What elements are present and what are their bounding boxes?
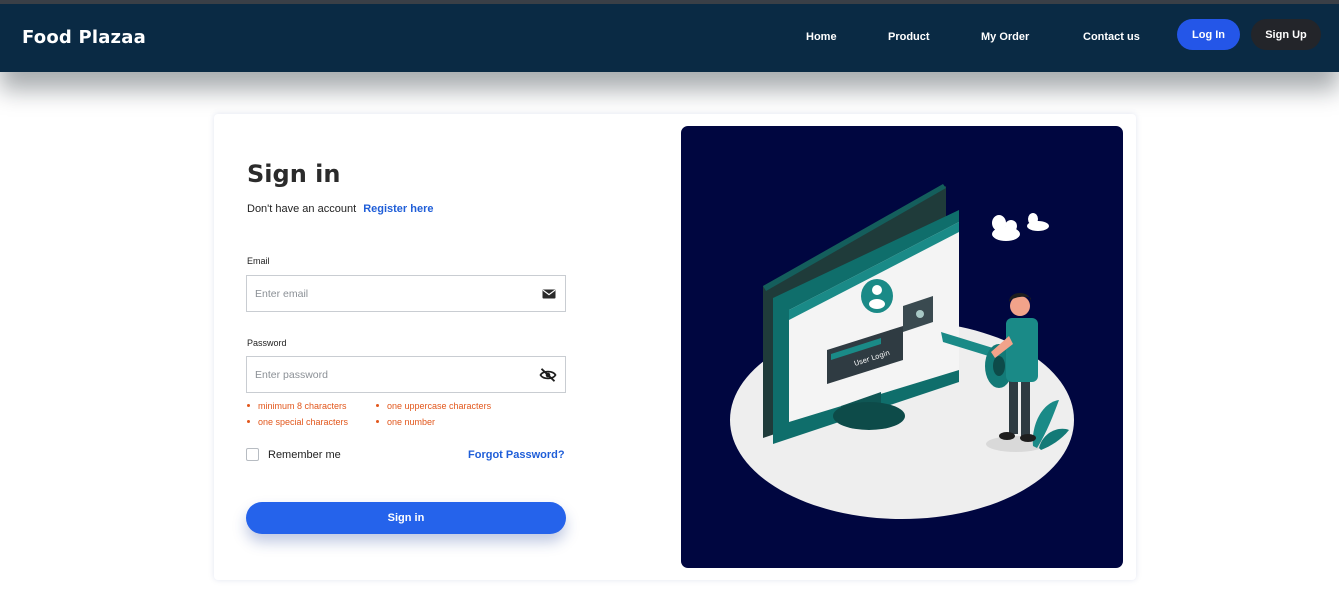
brand-logo[interactable]: Food Plazaa: [22, 27, 146, 48]
page-title: Sign in: [247, 160, 341, 188]
eye-slash-icon[interactable]: [539, 367, 557, 383]
cloud-icon: [992, 213, 1049, 241]
login-illustration-art: User Login: [730, 184, 1074, 519]
signin-submit-button[interactable]: Sign in: [246, 502, 566, 534]
nav-my-order[interactable]: My Order: [981, 31, 1029, 43]
signup-button[interactable]: Sign Up: [1251, 19, 1321, 50]
envelope-icon: [542, 289, 556, 299]
nav-home[interactable]: Home: [806, 31, 837, 43]
remember-me-checkbox[interactable]: [246, 448, 259, 461]
register-link[interactable]: Register here: [363, 203, 433, 215]
navbar: Food Plazaa Home Product My Order Contac…: [0, 4, 1339, 72]
password-rule: minimum 8 characters: [247, 401, 347, 411]
password-rule: one special characters: [247, 417, 348, 427]
password-placeholder: Enter password: [255, 369, 328, 381]
email-field[interactable]: Enter email: [246, 275, 566, 312]
password-field[interactable]: Enter password: [246, 356, 566, 393]
login-illustration: User Login: [681, 126, 1123, 568]
password-rule: one number: [376, 417, 435, 427]
nav-product[interactable]: Product: [888, 31, 930, 43]
signin-card: Sign in Don't have an account Register h…: [214, 114, 1136, 580]
forgot-password-link[interactable]: Forgot Password?: [468, 449, 565, 461]
remember-me-label[interactable]: Remember me: [268, 449, 341, 461]
password-rule: one uppercase characters: [376, 401, 491, 411]
login-button[interactable]: Log In: [1177, 19, 1240, 50]
password-label: Password: [247, 338, 287, 348]
email-placeholder: Enter email: [255, 288, 309, 300]
nav-contact-us[interactable]: Contact us: [1083, 31, 1140, 43]
register-prompt: Don't have an account: [247, 203, 357, 215]
register-prompt-line: Don't have an account Register here: [247, 203, 434, 215]
email-label: Email: [247, 256, 270, 266]
remember-me: Remember me: [246, 448, 341, 461]
